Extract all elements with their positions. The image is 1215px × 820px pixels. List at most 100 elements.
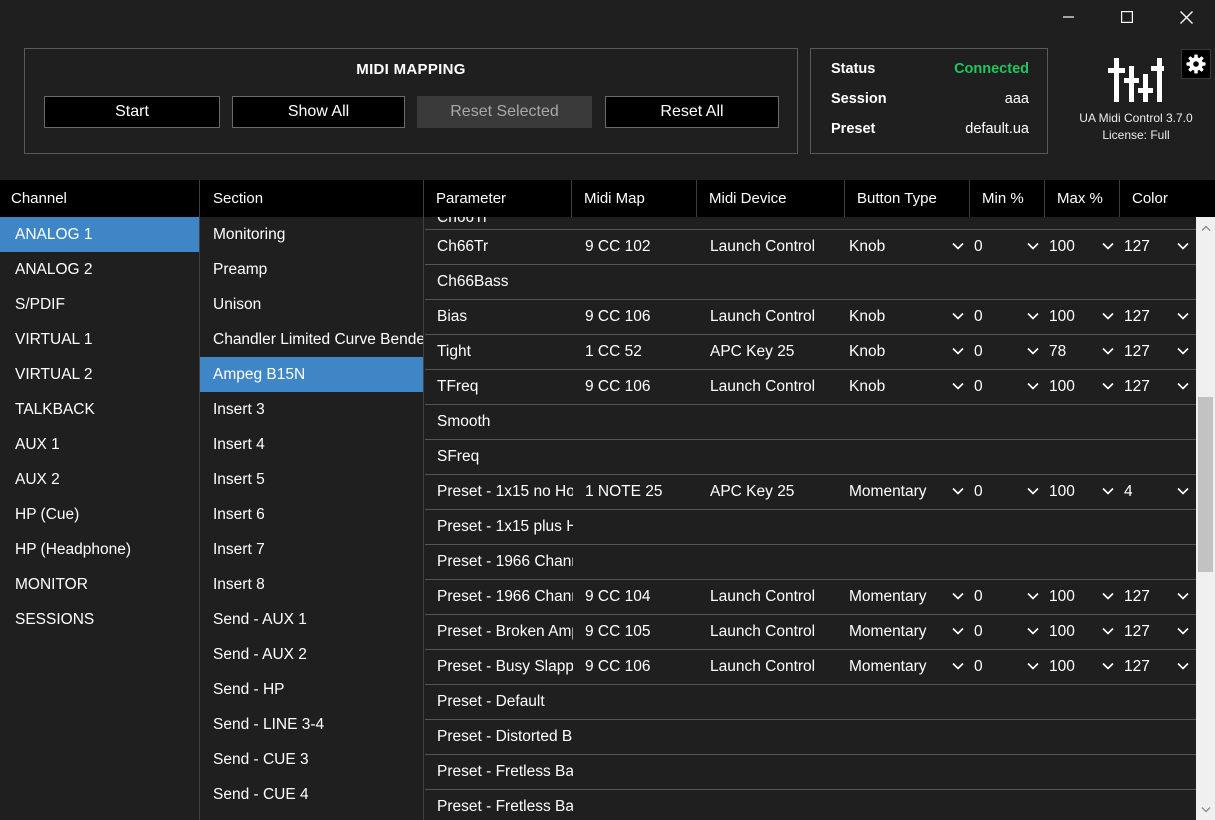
table-row[interactable]: Preset - Broken Amp 9 CC 105 Launch Contro… — [425, 615, 1196, 650]
channel-item-aux-1[interactable]: AUX 1 — [0, 427, 199, 462]
settings-button[interactable] — [1181, 49, 1211, 79]
channel-item-virtual-2[interactable]: VIRTUAL 2 — [0, 357, 199, 392]
section-item-send-aux-2[interactable]: Send - AUX 2 — [200, 637, 423, 672]
column-header-button-type[interactable]: Button Type — [845, 180, 970, 217]
chevron-down-icon[interactable] — [1177, 242, 1189, 251]
table-row[interactable]: Preset - Fretless Bas — [425, 790, 1196, 820]
chevron-down-icon[interactable] — [1027, 312, 1039, 321]
chevron-down-icon[interactable] — [1027, 242, 1039, 251]
section-item-monitoring[interactable]: Monitoring — [200, 217, 423, 252]
column-header-min[interactable]: Min % — [970, 180, 1045, 217]
column-header-color[interactable]: Color — [1120, 180, 1195, 217]
button-type-dropdown[interactable]: Knob — [849, 335, 968, 369]
channel-item-analog-1[interactable]: ANALOG 1 — [0, 217, 199, 252]
vertical-scrollbar[interactable] — [1196, 217, 1215, 820]
section-item-insert-8[interactable]: Insert 8 — [200, 567, 423, 602]
chevron-down-icon[interactable] — [1177, 592, 1189, 601]
chevron-down-icon[interactable] — [1027, 592, 1039, 601]
chevron-down-icon[interactable] — [952, 592, 964, 601]
chevron-down-icon[interactable] — [1102, 382, 1114, 391]
button-type-dropdown[interactable]: Knob — [849, 300, 968, 334]
channel-item-analog-2[interactable]: ANALOG 2 — [0, 252, 199, 287]
button-type-dropdown[interactable]: Knob — [849, 230, 968, 264]
channel-item-aux-2[interactable]: AUX 2 — [0, 462, 199, 497]
chevron-down-icon[interactable] — [952, 662, 964, 671]
reset-selected-button[interactable]: Reset Selected — [417, 96, 592, 128]
chevron-down-icon[interactable] — [1102, 312, 1114, 321]
table-row[interactable]: Preset - 1x15 plus H — [425, 510, 1196, 545]
table-row[interactable]: Preset - Distorted B. — [425, 720, 1196, 755]
table-row[interactable]: Ch66Bass — [425, 265, 1196, 300]
channel-item-talkback[interactable]: TALKBACK — [0, 392, 199, 427]
channel-item-virtual-1[interactable]: VIRTUAL 1 — [0, 322, 199, 357]
section-item-send-aux-1[interactable]: Send - AUX 1 — [200, 602, 423, 637]
chevron-down-icon[interactable] — [1102, 487, 1114, 496]
column-header-parameter[interactable]: Parameter — [424, 180, 572, 217]
table-row[interactable]: Tight 1 CC 52 APC Key 25 Knob 0 78 127 — [425, 335, 1196, 370]
button-type-dropdown[interactable]: Momentary — [849, 475, 968, 509]
chevron-down-icon[interactable] — [1102, 347, 1114, 356]
chevron-down-icon[interactable] — [1027, 627, 1039, 636]
chevron-down-icon[interactable] — [1177, 662, 1189, 671]
section-item-send-line-3-4[interactable]: Send - LINE 3-4 — [200, 707, 423, 742]
chevron-down-icon[interactable] — [1177, 627, 1189, 636]
chevron-down-icon[interactable] — [1102, 627, 1114, 636]
section-item-chandler-limited-curve-bende[interactable]: Chandler Limited Curve Bende — [200, 322, 423, 357]
channel-item-s-pdif[interactable]: S/PDIF — [0, 287, 199, 322]
column-header-max[interactable]: Max % — [1045, 180, 1120, 217]
chevron-down-icon[interactable] — [952, 627, 964, 636]
chevron-down-icon[interactable] — [1027, 382, 1039, 391]
button-type-dropdown[interactable]: Momentary — [849, 580, 968, 614]
chevron-down-icon[interactable] — [1177, 312, 1189, 321]
scroll-down-button[interactable] — [1196, 801, 1215, 818]
chevron-down-icon[interactable] — [952, 487, 964, 496]
section-item-insert-4[interactable]: Insert 4 — [200, 427, 423, 462]
chevron-down-icon[interactable] — [1177, 347, 1189, 356]
section-item-send-cue-4[interactable]: Send - CUE 4 — [200, 777, 423, 812]
scroll-up-button[interactable] — [1196, 219, 1215, 236]
start-button[interactable]: Start — [44, 96, 220, 128]
chevron-down-icon[interactable] — [1102, 242, 1114, 251]
column-header-midi-device[interactable]: Midi Device — [697, 180, 845, 217]
section-item-send-hp[interactable]: Send - HP — [200, 672, 423, 707]
chevron-down-icon[interactable] — [1102, 662, 1114, 671]
show-all-button[interactable]: Show All — [232, 96, 405, 128]
section-item-ampeg-b15n[interactable]: Ampeg B15N — [200, 357, 423, 392]
chevron-down-icon[interactable] — [1027, 487, 1039, 496]
maximize-button[interactable] — [1098, 0, 1156, 34]
table-row[interactable]: Bias 9 CC 106 Launch Control Knob 0 100 127 — [425, 300, 1196, 335]
section-item-insert-5[interactable]: Insert 5 — [200, 462, 423, 497]
table-row[interactable]: Smooth — [425, 405, 1196, 440]
section-item-preamp[interactable]: Preamp — [200, 252, 423, 287]
reset-all-button[interactable]: Reset All — [605, 96, 779, 128]
button-type-dropdown[interactable]: Knob — [849, 370, 968, 404]
section-item-insert-6[interactable]: Insert 6 — [200, 497, 423, 532]
table-row[interactable]: Preset - Fretless Bas — [425, 755, 1196, 790]
button-type-dropdown[interactable]: Momentary — [849, 650, 968, 684]
channel-item-sessions[interactable]: SESSIONS — [0, 602, 199, 637]
column-header-midi-map[interactable]: Midi Map — [572, 180, 697, 217]
chevron-down-icon[interactable] — [1102, 592, 1114, 601]
button-type-dropdown[interactable]: Momentary — [849, 615, 968, 649]
section-item-insert-7[interactable]: Insert 7 — [200, 532, 423, 567]
table-row[interactable]: Preset - 1x15 no Ho 1 NOTE 25 APC Key 25 Mo… — [425, 475, 1196, 510]
minimize-button[interactable] — [1040, 0, 1098, 34]
chevron-down-icon[interactable] — [952, 312, 964, 321]
table-row[interactable]: TFreq 9 CC 106 Launch Control Knob 0 100 127 — [425, 370, 1196, 405]
channel-item-monitor[interactable]: MONITOR — [0, 567, 199, 602]
chevron-down-icon[interactable] — [1177, 382, 1189, 391]
chevron-down-icon[interactable] — [1177, 487, 1189, 496]
table-row[interactable]: Preset - Busy Slappe 9 CC 106 Launch Contr… — [425, 650, 1196, 685]
table-row[interactable]: Preset - 1966 Chanr — [425, 545, 1196, 580]
chevron-down-icon[interactable] — [952, 382, 964, 391]
section-item-unison[interactable]: Unison — [200, 287, 423, 322]
chevron-down-icon[interactable] — [1027, 662, 1039, 671]
channel-item-hp-cue[interactable]: HP (Cue) — [0, 497, 199, 532]
table-row[interactable]: SFreq — [425, 440, 1196, 475]
channel-item-hp-headphone[interactable]: HP (Headphone) — [0, 532, 199, 567]
table-row[interactable]: Preset - Default — [425, 685, 1196, 720]
chevron-down-icon[interactable] — [952, 347, 964, 356]
table-row[interactable]: Preset - 1966 Chanr 9 CC 104 Launch Contro… — [425, 580, 1196, 615]
scrollbar-thumb[interactable] — [1198, 397, 1213, 572]
chevron-down-icon[interactable] — [952, 242, 964, 251]
